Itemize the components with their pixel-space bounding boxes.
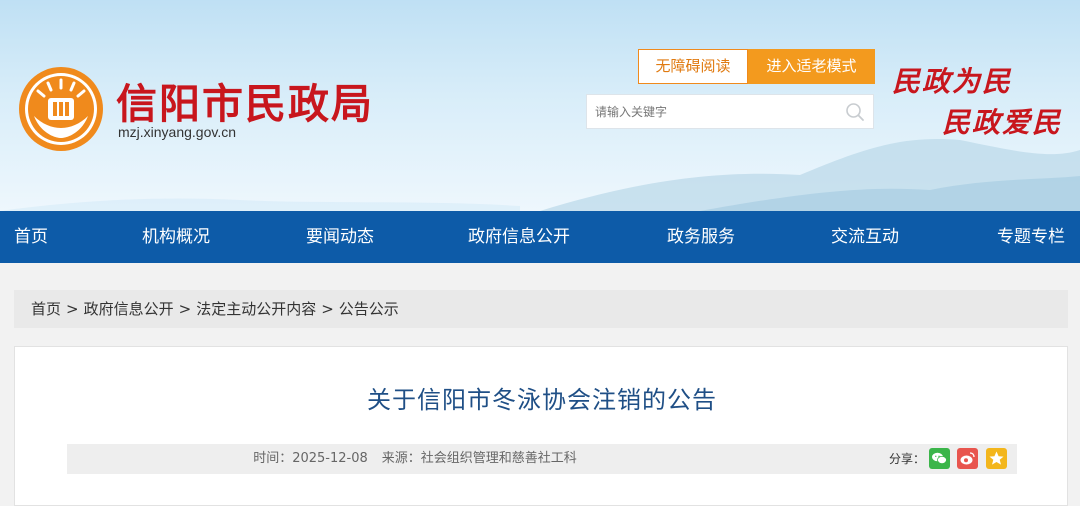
article-card: 关于信阳市冬泳协会注销的公告 时间：2025-12-08 来源：社会组织管理和慈善… (14, 346, 1068, 506)
breadcrumb-separator: > (178, 300, 192, 318)
wechat-icon[interactable] (929, 448, 950, 469)
breadcrumb-separator: > (321, 300, 334, 318)
article-title: 关于信阳市冬泳协会注销的公告 (367, 386, 717, 414)
breadcrumb-info-disclosure[interactable]: 政府信息公开 (84, 300, 174, 318)
breadcrumb-home[interactable]: 首页 (31, 300, 61, 318)
source-label: 来源： (381, 451, 421, 466)
qzone-icon[interactable] (986, 448, 1007, 469)
nav-item-home[interactable]: 首页 (14, 211, 48, 263)
site-header: 信阳市民政局 mzj.xinyang.gov.cn 无障碍阅读 进入适老模式 民… (0, 0, 1080, 211)
logo-emblem-icon (19, 67, 103, 151)
slogan-line-1: 民政为民 (892, 65, 1013, 98)
breadcrumb: 首页 > 政府信息公开 > 法定主动公开内容 > 公告公示 (14, 290, 1068, 328)
site-name[interactable]: 信阳市民政局 (116, 70, 374, 130)
nav-item-info-disclosure[interactable]: 政府信息公开 (468, 211, 570, 263)
search-box (586, 94, 874, 129)
main-nav: 首页 机构概况 要闻动态 政府信息公开 政务服务 交流互动 专题专栏 (0, 211, 1080, 263)
breadcrumb-separator: > (66, 300, 79, 318)
nav-item-news[interactable]: 要闻动态 (306, 211, 374, 263)
breadcrumb-announcements[interactable]: 公告公示 (339, 300, 399, 318)
article-meta-bar: 时间：2025-12-08 来源：社会组织管理和慈善社工科 分享： (67, 444, 1017, 474)
article-meta: 时间：2025-12-08 来源：社会组织管理和慈善社工科 (67, 444, 777, 474)
breadcrumb-statutory-content[interactable]: 法定主动公开内容 (196, 300, 316, 318)
publish-time-value: 2025-12-08 (292, 451, 368, 466)
publish-time: 时间：2025-12-08 (253, 451, 368, 466)
elder-mode-button[interactable]: 进入适老模式 (748, 49, 875, 84)
nav-item-services[interactable]: 政务服务 (667, 211, 735, 263)
accessible-reading-button[interactable]: 无障碍阅读 (638, 49, 748, 84)
search-input[interactable] (587, 95, 837, 128)
search-icon[interactable] (845, 102, 865, 122)
site-logo[interactable] (18, 66, 104, 152)
source-value: 社会组织管理和慈善社工科 (420, 451, 577, 466)
article-source: 来源：社会组织管理和慈善社工科 (382, 451, 577, 466)
nav-item-organization[interactable]: 机构概况 (142, 211, 210, 263)
weibo-icon[interactable] (957, 448, 978, 469)
nav-item-interaction[interactable]: 交流互动 (831, 211, 899, 263)
site-url: mzj.xinyang.gov.cn (118, 124, 237, 140)
publish-time-label: 时间： (253, 451, 293, 466)
share-label: 分享： (889, 452, 926, 466)
slogan-line-2: 民政爱民 (942, 106, 1063, 139)
nav-item-topics[interactable]: 专题专栏 (997, 211, 1065, 263)
